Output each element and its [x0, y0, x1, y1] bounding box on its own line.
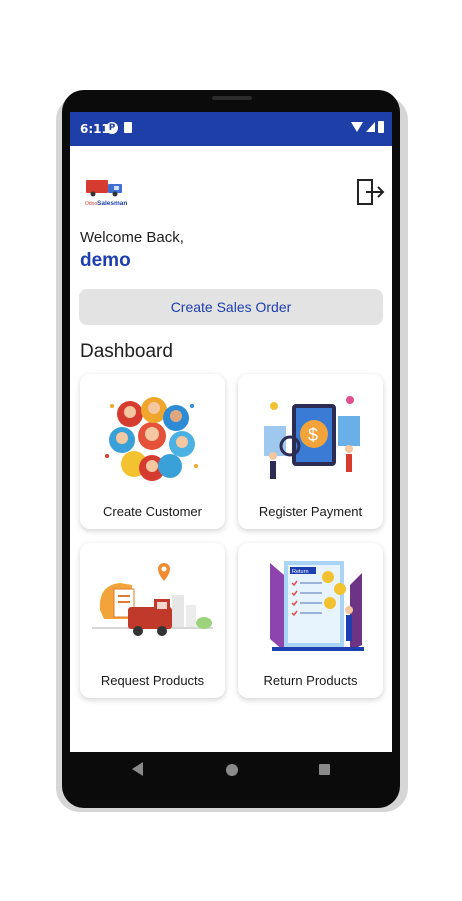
logo-small-text: Odoo [85, 201, 97, 207]
register-payment-card[interactable]: $ Register Payment [238, 374, 383, 529]
app-screen: 6:11 P Odoo Salesman Welcome Back, demo … [70, 112, 392, 752]
username: demo [80, 250, 131, 271]
return-illustration: Return [270, 561, 364, 651]
back-icon[interactable] [132, 762, 143, 776]
svg-text:Return: Return [292, 569, 309, 575]
return-products-card[interactable]: Return Return Products [238, 543, 383, 698]
wifi-icon [351, 122, 363, 132]
delivery-illustration [92, 563, 213, 636]
notification-icon: P [106, 122, 118, 134]
svg-text:$: $ [308, 425, 318, 445]
customers-illustration [105, 397, 198, 481]
speaker-grille [212, 96, 252, 100]
battery-icon [378, 121, 384, 133]
logo-text: Salesman [97, 200, 127, 207]
status-bar: 6:11 P [70, 112, 392, 146]
create-customer-card[interactable]: Create Customer [80, 374, 225, 529]
payment-illustration: $ [264, 396, 360, 479]
welcome-text: Welcome Back, [80, 229, 184, 246]
signal-icon [366, 122, 375, 132]
card-label: Request Products [100, 673, 205, 688]
status-indicators [351, 121, 384, 133]
card-label: Return Products [263, 673, 358, 688]
recent-apps-icon[interactable] [319, 764, 330, 775]
app-logo: Odoo Salesman [85, 180, 127, 207]
card-label: Create Customer [103, 504, 202, 519]
request-products-card[interactable]: Request Products [80, 543, 225, 698]
create-sales-order-button[interactable]: Create Sales Order [79, 289, 383, 325]
dashboard-title: Dashboard [80, 341, 173, 362]
logout-icon[interactable] [356, 178, 386, 206]
sd-card-icon [124, 122, 132, 133]
card-label: Register Payment [258, 504, 363, 519]
home-icon[interactable] [226, 764, 238, 776]
